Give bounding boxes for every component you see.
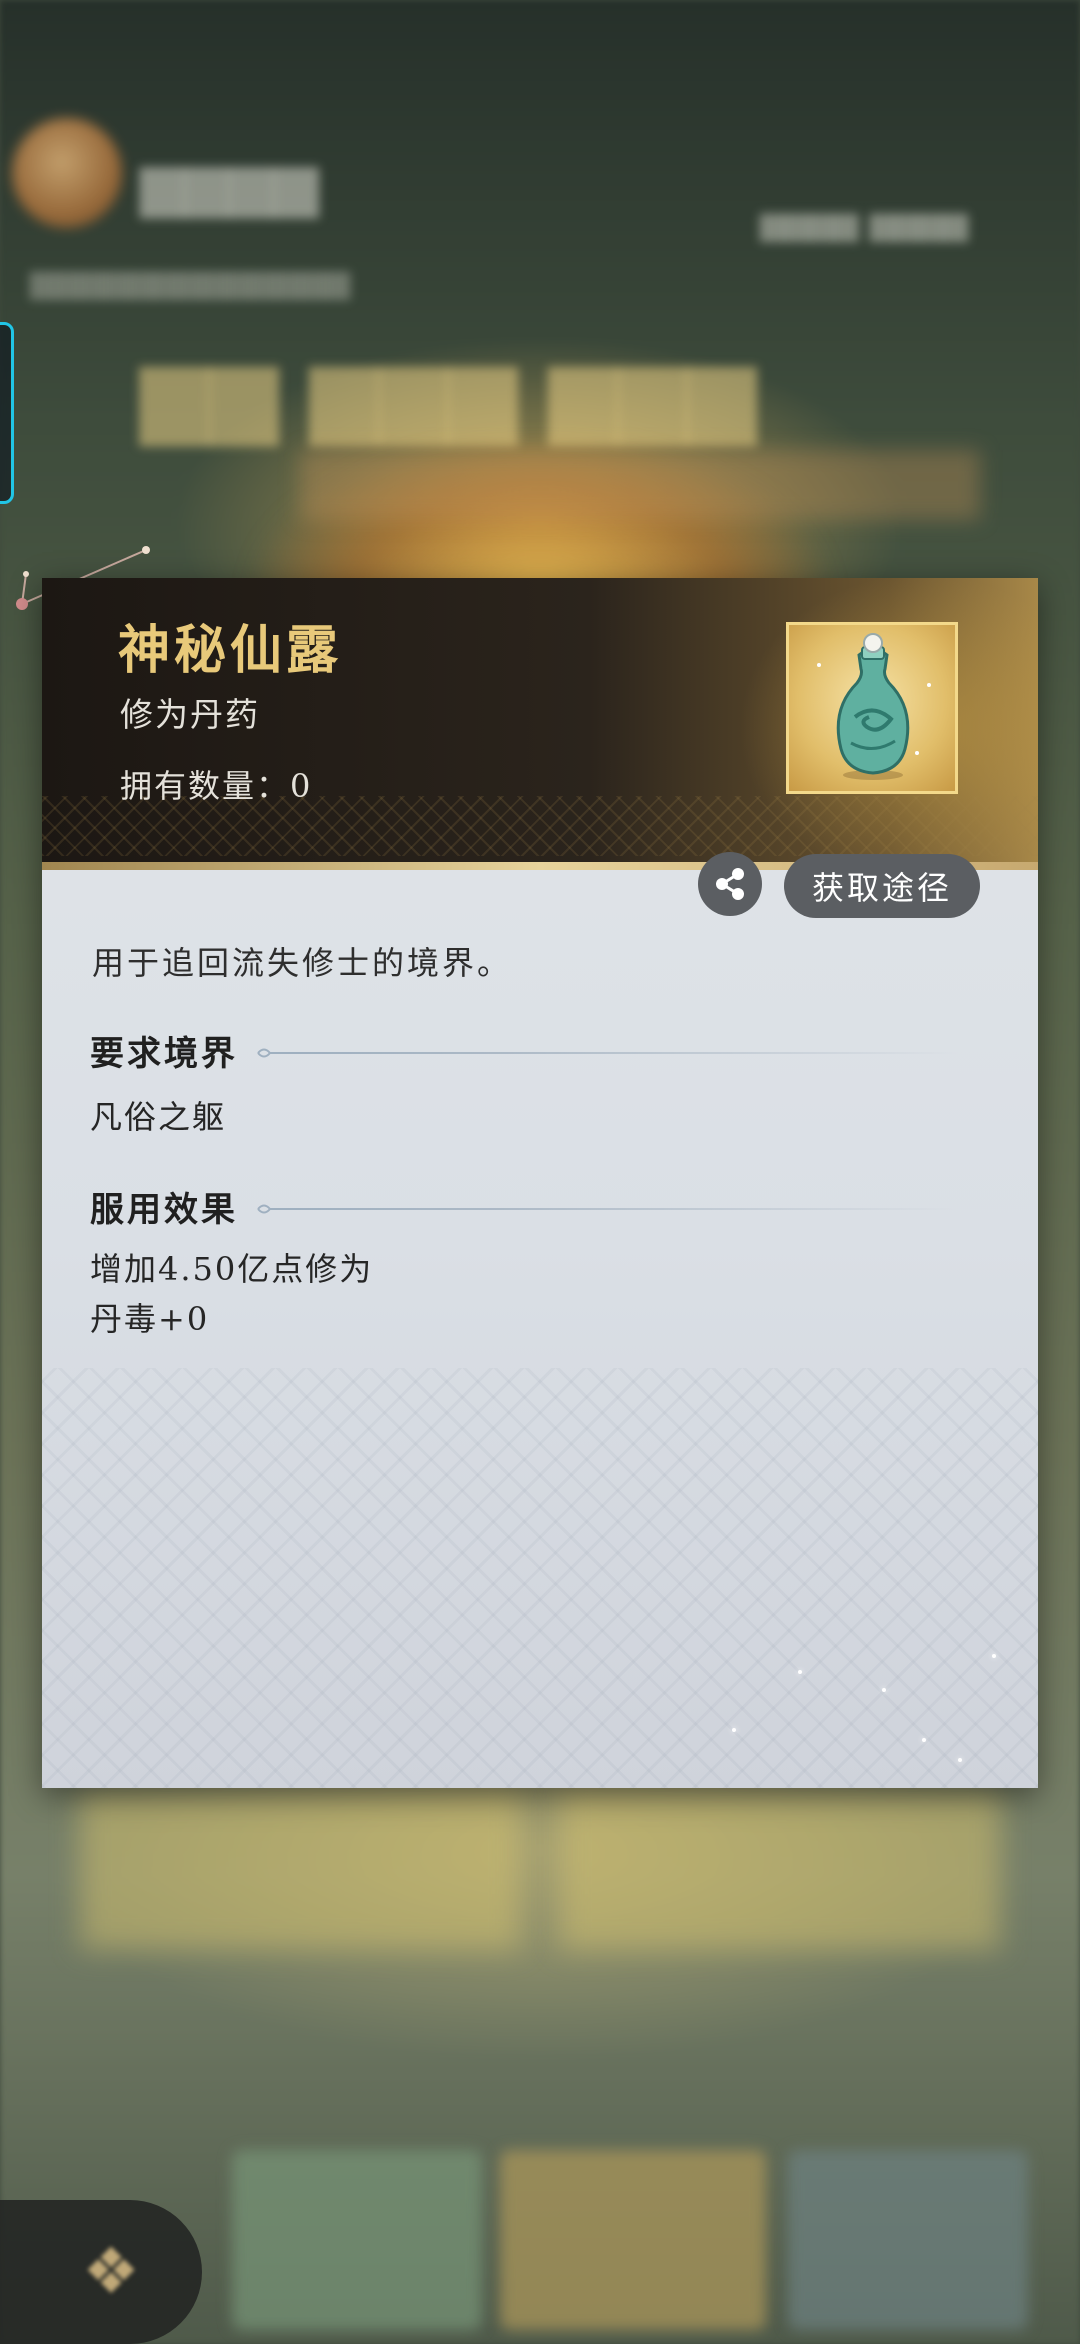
sparkle: [958, 1758, 962, 1762]
item-type: 修为丹药: [120, 695, 260, 734]
panel-pattern: [42, 1368, 1038, 1788]
share-button[interactable]: [698, 852, 762, 916]
sparkle: [732, 1728, 736, 1732]
sparkle: [922, 1738, 926, 1742]
requirement-title: 要求境界: [90, 1034, 238, 1074]
side-edge-tab[interactable]: [0, 322, 14, 504]
sparkle: [798, 1670, 802, 1674]
background-right-text-blur: ▆▆▆▆ ▆▆▆▆: [760, 204, 969, 242]
effect-line-1: 增加4.50亿点修为: [90, 1250, 374, 1288]
background-banner-blur: ▆▆ ▆▆▆ ▆▆▆: [140, 340, 757, 446]
acquisition-source-button[interactable]: 获取途径: [784, 854, 980, 918]
scroll-ornament-icon: [257, 1204, 296, 1214]
back-emblem-icon: ❖: [82, 2235, 140, 2309]
item-detail-panel: 神秘仙露 修为丹药 拥有数量：0 获取途径 用于追回流失修士的境界。 要求境界 …: [42, 578, 1038, 1788]
requirement-divider: [256, 1046, 958, 1060]
background-tile-3: [788, 2150, 1028, 2330]
requirement-value: 凡俗之躯: [90, 1098, 227, 1136]
item-icon-frame: [786, 622, 958, 794]
owned-label: 拥有数量：: [120, 767, 291, 805]
owned-quantity: 拥有数量：0: [120, 761, 312, 807]
item-description: 用于追回流失修士的境界。: [92, 944, 513, 982]
background-avatar: [12, 118, 122, 228]
item-name: 神秘仙露: [118, 620, 343, 681]
back-button[interactable]: ❖: [0, 2200, 202, 2344]
background-title-blur: ▆▆▆▆: [140, 150, 319, 218]
sparkle: [992, 1654, 996, 1658]
background-card-right: [560, 1790, 1000, 1950]
jade-bottle-icon: [817, 633, 931, 780]
background-subtitle-blur: ▆▆▆▆▆▆▆▆▆▆▆▆▆: [30, 262, 350, 300]
scroll-ornament-icon: [257, 1048, 296, 1058]
share-icon: [716, 868, 744, 900]
sparkle: [882, 1688, 886, 1692]
effect-divider: [256, 1202, 958, 1216]
background-tile-1: [232, 2150, 482, 2330]
background-card-left: [80, 1790, 520, 1950]
effect-line-2: 丹毒+0: [90, 1300, 210, 1338]
owned-count: 0: [290, 767, 313, 805]
background-band: [300, 450, 980, 520]
item-header: 神秘仙露 修为丹药 拥有数量：0: [42, 578, 1038, 870]
effect-title: 服用效果: [90, 1190, 238, 1230]
background-tile-2: [500, 2150, 766, 2330]
